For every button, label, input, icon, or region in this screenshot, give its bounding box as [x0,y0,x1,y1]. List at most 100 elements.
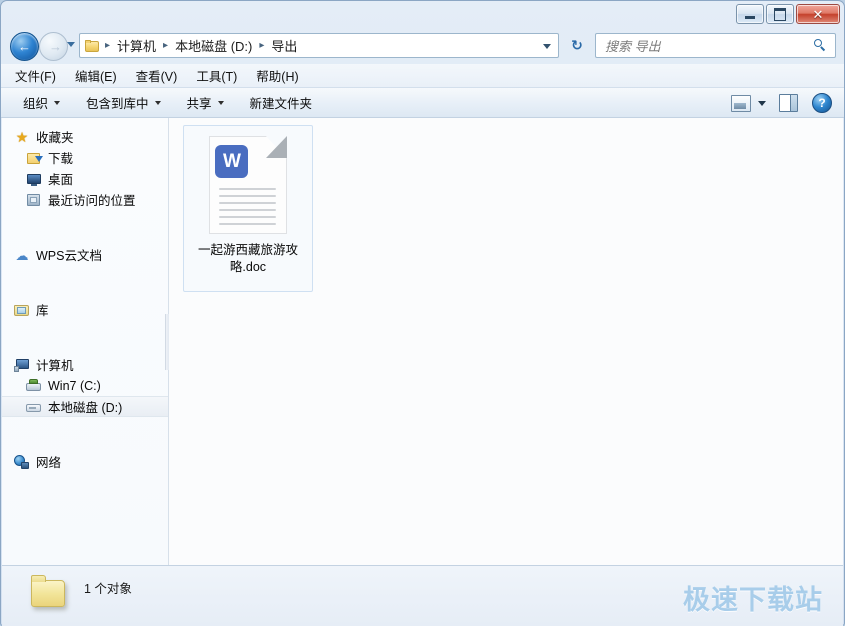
forward-arrow-icon: → [49,40,62,53]
site-watermark: 极速下载站 [683,578,823,617]
maximize-icon [774,8,786,21]
drive-icon [26,399,42,415]
menu-item-help[interactable]: 帮助(H) [256,66,298,85]
search-box[interactable]: 搜索 导出 [595,33,836,58]
sidebar-label-favorites: 收藏夹 [36,127,74,146]
address-folder-icon [85,40,100,52]
recent-pages-dropdown-icon[interactable] [67,42,75,47]
sidebar-group-spacer [2,417,168,434]
sidebar-group-spacer [2,337,168,354]
chevron-down-icon [155,101,161,105]
sidebar-item-favorites[interactable]: ★ 收藏夹 [2,126,168,147]
sidebar-item-win7-c[interactable]: Win7 (C:) [2,375,168,396]
toolbar-organize-label: 组织 [23,93,48,112]
breadcrumb-computer[interactable]: 计算机 [115,36,158,55]
sidebar-item-local-disk-d[interactable]: 本地磁盘 (D:) [2,396,168,417]
sidebar-label-libraries: 库 [36,300,49,319]
sidebar-item-libraries[interactable]: 库 [2,299,168,320]
navigation-pane: ★ 收藏夹 下载 桌面 最近访问的位置 ☁ WPS云文档 [2,118,169,565]
back-arrow-icon: ← [18,40,31,53]
minimize-icon [745,16,755,19]
downloads-icon [26,150,42,166]
breadcrumb-separator: ▸ [100,40,115,51]
maximize-button[interactable] [766,4,794,24]
sidebar-group-spacer [2,210,168,227]
star-icon: ★ [14,129,30,145]
address-row: ← → ▸ 计算机 ▸ 本地磁盘 (D:) ▸ 导出 ↻ 搜索 导出 [1,28,844,64]
address-bar[interactable]: ▸ 计算机 ▸ 本地磁盘 (D:) ▸ 导出 [79,33,559,58]
library-icon [14,302,30,318]
wps-word-document-icon: W [209,136,287,234]
document-text-lines [219,188,276,230]
sidebar-item-wps-cloud[interactable]: ☁ WPS云文档 [2,244,168,265]
sidebar-label-downloads: 下载 [48,148,73,167]
computer-icon [14,357,30,373]
close-icon: ✕ [813,8,824,21]
sidebar-label-local-disk-d: 本地磁盘 (D:) [48,397,122,416]
search-input[interactable]: 搜索 导出 [605,36,814,55]
network-icon [14,454,30,470]
status-item-count: 1 个对象 [84,578,132,597]
cloud-icon: ☁ [14,247,30,263]
address-dropdown-icon[interactable] [543,44,551,49]
toolbar-include-in-library-button[interactable]: 包含到库中 [86,93,161,112]
sidebar-label-computer: 计算机 [36,355,74,374]
sidebar-group-spacer [2,320,168,337]
file-list-view[interactable]: W 一起游西藏旅游攻略.doc [169,118,843,565]
chevron-down-icon [54,101,60,105]
toolbar-new-folder-button[interactable]: 新建文件夹 [250,93,313,112]
toolbar-organize-button[interactable]: 组织 [23,93,60,112]
desktop-icon [26,171,42,187]
sidebar-item-downloads[interactable]: 下载 [2,147,168,168]
breadcrumb-separator: ▸ [158,40,173,51]
close-button[interactable]: ✕ [796,4,840,24]
toolbar-share-label: 共享 [187,93,212,112]
chevron-down-icon [218,101,224,105]
file-item[interactable]: W 一起游西藏旅游攻略.doc [183,125,313,292]
window-controls: ✕ [736,4,840,24]
preview-pane-icon[interactable] [779,94,798,112]
forward-button[interactable]: → [39,32,68,61]
menu-bar: 文件(F) 编辑(E) 查看(V) 工具(T) 帮助(H) [1,64,844,88]
breadcrumb-separator: ▸ [254,40,269,51]
recent-places-icon [26,192,42,208]
menu-item-view[interactable]: 查看(V) [136,66,178,85]
sidebar-item-recent-places[interactable]: 最近访问的位置 [2,189,168,210]
status-bar: 1 个对象 极速下载站 [2,565,843,626]
sidebar-label-desktop: 桌面 [48,169,73,188]
minimize-button[interactable] [736,4,764,24]
breadcrumb-local-disk-d[interactable]: 本地磁盘 (D:) [173,36,254,55]
sidebar-group-spacer [2,282,168,299]
sidebar-label-win7-c: Win7 (C:) [48,379,101,393]
menu-item-tools[interactable]: 工具(T) [196,66,237,85]
folder-icon [29,575,69,609]
toolbar-share-button[interactable]: 共享 [187,93,224,112]
menu-item-file[interactable]: 文件(F) [15,66,56,85]
sidebar-label-network: 网络 [36,452,61,471]
toolbar-new-folder-label: 新建文件夹 [250,93,313,112]
breadcrumb-current-folder[interactable]: 导出 [269,36,299,55]
back-button[interactable]: ← [10,32,39,61]
help-icon[interactable]: ? [812,93,832,113]
wps-badge-letter: W [223,152,240,171]
body-area: ★ 收藏夹 下载 桌面 最近访问的位置 ☁ WPS云文档 [2,118,843,565]
sidebar-group-spacer [2,265,168,282]
help-glyph: ? [818,96,825,110]
toolbar-right-group: ? [731,88,836,118]
file-name-label: 一起游西藏旅游攻略.doc [189,242,307,276]
chevron-down-icon[interactable] [758,101,766,106]
refresh-button[interactable]: ↻ [566,34,588,56]
sidebar-label-wps-cloud: WPS云文档 [36,245,102,264]
system-drive-icon [26,378,42,394]
title-bar: ✕ [1,1,844,28]
sidebar-item-network[interactable]: 网络 [2,451,168,472]
sidebar-item-desktop[interactable]: 桌面 [2,168,168,189]
sidebar-group-spacer [2,227,168,244]
explorer-window: ✕ ← → ▸ 计算机 ▸ 本地磁盘 (D:) ▸ 导出 ↻ 搜索 导出 [0,0,845,626]
view-change-icon[interactable] [731,95,751,112]
refresh-icon: ↻ [571,37,583,54]
sidebar-item-computer[interactable]: 计算机 [2,354,168,375]
sidebar-label-recent-places: 最近访问的位置 [48,190,136,209]
sidebar-group-spacer [2,434,168,451]
menu-item-edit[interactable]: 编辑(E) [75,66,117,85]
